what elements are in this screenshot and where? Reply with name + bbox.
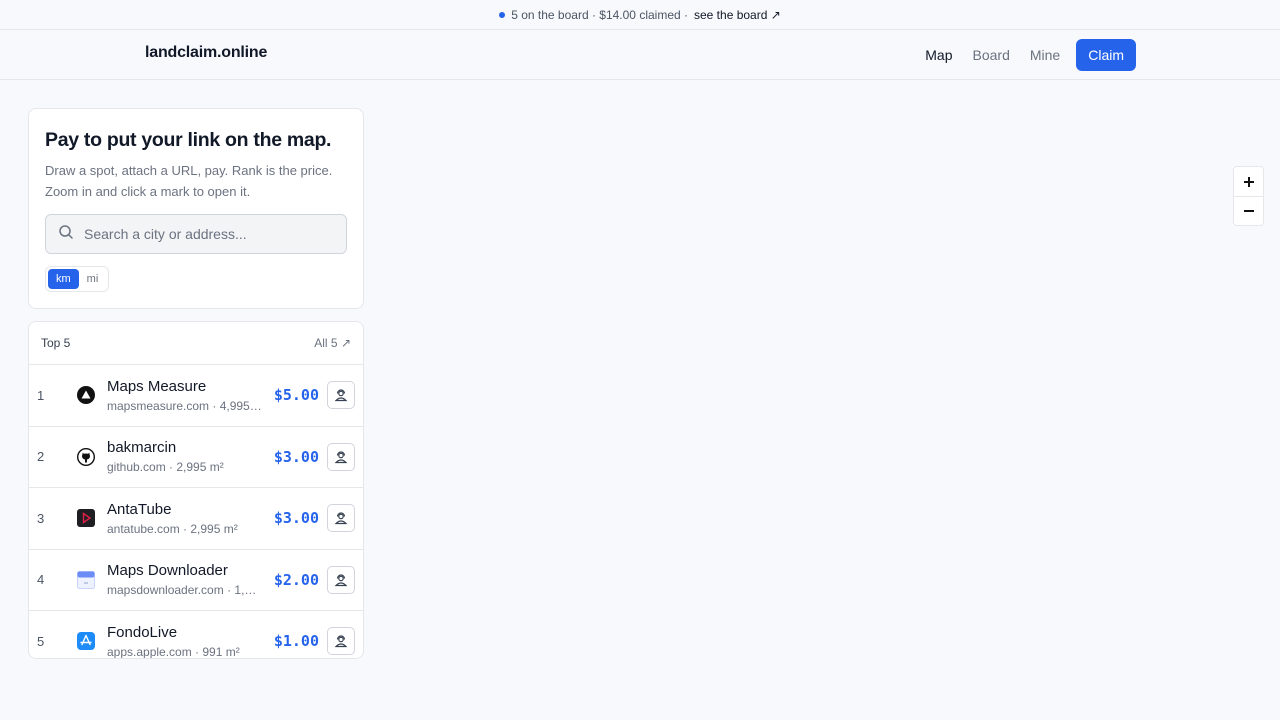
zoom-out-button[interactable] <box>1234 196 1263 225</box>
row-info: AntaTube antatube.com · 2,995 m² <box>107 501 263 536</box>
leaderboard-card: Top 5 All 5 ↗ 1 Maps Measure mapsmeasure… <box>28 321 364 659</box>
announcement-bar: 5 on the board · $14.00 claimed · see th… <box>0 0 1280 30</box>
github-icon <box>77 447 95 466</box>
unit-toggle: km mi <box>45 266 110 292</box>
search-input[interactable] <box>84 226 334 242</box>
row-name[interactable]: AntaTube <box>107 501 263 518</box>
pin-user-icon <box>334 635 348 648</box>
pin-user-icon <box>334 574 348 586</box>
nav-mine[interactable]: Mine <box>1030 47 1060 63</box>
locate-on-map-button[interactable] <box>327 442 355 471</box>
header: landclaim.online Map Board Mine Claim <box>0 30 1280 80</box>
leaderboard-row[interactable]: 4 Maps Downloader mapsdownloader.com · 1… <box>29 548 363 611</box>
row-name[interactable]: Maps Measure <box>107 378 263 395</box>
leaderboard-row[interactable]: 1 Maps Measure mapsmeasure.com · 4,995 m… <box>29 364 363 426</box>
leaderboard-row[interactable]: 3 AntaTube antatube.com · 2,995 m² $3.00 <box>29 487 363 549</box>
row-info: FondoLive apps.apple.com · 991 m² <box>107 624 263 659</box>
brand-logo[interactable]: landclaim.online <box>145 44 267 62</box>
nav-board[interactable]: Board <box>973 47 1010 63</box>
leaderboard-title: Top 5 <box>41 336 71 350</box>
intro-description: Draw a spot, attach a URL, pay. Rank is … <box>45 163 333 199</box>
leaderboard-header: Top 5 All 5 ↗ <box>29 322 363 364</box>
row-name[interactable]: Maps Downloader <box>107 562 263 579</box>
main-nav: Map Board Mine Claim <box>905 39 1136 71</box>
rank-number: 1 <box>37 387 45 403</box>
claim-button[interactable]: Claim <box>1076 39 1136 71</box>
row-price: $1.00 <box>273 632 319 651</box>
locate-on-map-button[interactable] <box>327 381 355 410</box>
row-name[interactable]: FondoLive <box>107 624 263 641</box>
row-meta: mapsmeasure.com · 4,995 m² <box>107 398 263 413</box>
zoom-in-button[interactable] <box>1234 167 1263 196</box>
leaderboard-row[interactable]: 2 bakmarcin github.com · 2,995 m² $3.00 <box>29 425 363 488</box>
rank-number: 5 <box>37 633 45 649</box>
locate-on-map-button[interactable] <box>327 627 355 656</box>
intro-card: Pay to put your link on the map. Draw a … <box>28 108 364 309</box>
pin-user-icon <box>334 389 348 402</box>
pin-user-icon <box>334 451 348 463</box>
row-meta: github.com · 2,995 m² <box>107 460 224 475</box>
nav-map[interactable]: Map <box>925 47 952 63</box>
search-icon <box>58 224 74 245</box>
row-meta: antatube.com · 2,995 m² <box>107 521 238 536</box>
window-icon <box>77 570 95 589</box>
zoom-controls <box>1233 166 1264 226</box>
rank-number: 4 <box>37 572 45 588</box>
locate-on-map-button[interactable] <box>327 504 355 533</box>
row-meta: mapsdownloader.com · 1,995 m² <box>107 583 263 598</box>
see-board-link[interactable]: see the board ↗ <box>694 8 781 22</box>
row-price: $3.00 <box>273 509 319 528</box>
unit-km-button[interactable]: km <box>48 269 79 289</box>
rank-number: 2 <box>37 449 45 465</box>
status-dot-icon <box>499 11 506 18</box>
minus-icon <box>1243 210 1254 212</box>
leaderboard-row[interactable]: 5 FondoLive apps.apple.com · 991 m² $1.0… <box>29 610 363 659</box>
all-claims-link[interactable]: All 5 ↗ <box>314 336 351 350</box>
app-store-icon <box>77 632 95 651</box>
intro-title: Pay to put your link on the map. <box>45 129 332 151</box>
row-info: bakmarcin github.com · 2,995 m² <box>107 439 263 474</box>
announcement-text: 5 on the board · $14.00 claimed · <box>511 7 688 22</box>
play-icon <box>77 509 95 528</box>
row-name[interactable]: bakmarcin <box>107 439 263 456</box>
triangle-logo-icon <box>77 386 95 405</box>
row-price: $5.00 <box>273 386 319 405</box>
locate-on-map-button[interactable] <box>327 565 355 594</box>
unit-mi-button[interactable]: mi <box>79 269 107 289</box>
row-price: $3.00 <box>273 447 319 466</box>
row-price: $2.00 <box>273 570 319 589</box>
row-meta: apps.apple.com · 991 m² <box>107 644 240 659</box>
search-box[interactable] <box>45 214 347 254</box>
row-info: Maps Downloader mapsdownloader.com · 1,9… <box>107 562 263 597</box>
row-info: Maps Measure mapsmeasure.com · 4,995 m² <box>107 378 263 413</box>
pin-user-icon <box>334 512 348 525</box>
rank-number: 3 <box>37 510 45 526</box>
plus-icon <box>1243 176 1254 187</box>
